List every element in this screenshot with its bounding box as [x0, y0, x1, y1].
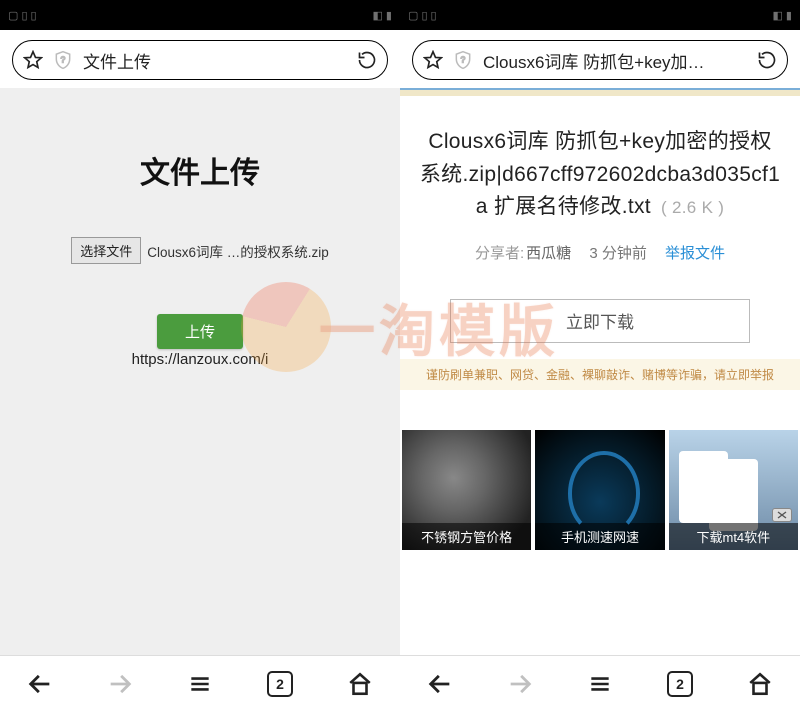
file-chooser-row: 选择文件 Clousx6词库 …的授权系统.zip — [71, 237, 329, 264]
address-bar[interactable]: ? 文件上传 — [12, 40, 388, 80]
top-stripe — [400, 88, 800, 96]
upload-page: 文件上传 选择文件 Clousx6词库 …的授权系统.zip 上传 https:… — [0, 88, 400, 655]
result-url: https://lanzoux.com/i — [0, 351, 400, 368]
choose-file-button[interactable]: 选择文件 — [71, 237, 141, 264]
svg-text:?: ? — [461, 55, 466, 65]
time-ago: 3 分钟前 — [589, 245, 647, 262]
nav-back-icon[interactable] — [420, 664, 460, 704]
address-bar[interactable]: ? Clousx6词库 防抓包+key加… — [412, 40, 788, 80]
file-title-text: Clousx6词库 防抓包+key加密的授权系统.zip|d667cff9726… — [420, 130, 780, 218]
tab-count: 2 — [676, 676, 684, 692]
address-bar-wrap: ? 文件上传 — [0, 30, 400, 88]
ad-row: 不锈钢方管价格 手机测速网速 下载mt4软件 — [400, 430, 800, 550]
chosen-file-name: Clousx6词库 …的授权系统.zip — [147, 241, 329, 261]
tab-count: 2 — [276, 676, 284, 692]
nav-menu-icon[interactable] — [580, 664, 620, 704]
bottom-nav: 2 — [0, 655, 400, 711]
file-title: Clousx6词库 防抓包+key加密的授权系统.zip|d667cff9726… — [418, 126, 782, 224]
ad-card[interactable]: 手机测速网速 — [535, 430, 664, 550]
file-size: ( 2.6 K ) — [661, 198, 724, 217]
nav-menu-icon[interactable] — [180, 664, 220, 704]
status-bar: ▢ ▯ ▯ ◧ ▮ — [0, 0, 400, 30]
status-bar: ▢ ▯ ▯ ◧ ▮ — [400, 0, 800, 30]
share-label: 分享者: — [475, 245, 524, 262]
nav-home-icon[interactable] — [340, 664, 380, 704]
file-meta: 分享者:西瓜糖 3 分钟前 举报文件 — [418, 242, 782, 263]
ad-caption: 手机测速网速 — [535, 523, 664, 550]
site-security-icon[interactable]: ? — [453, 50, 473, 70]
bookmark-star-icon[interactable] — [423, 50, 443, 70]
nav-tabs-button[interactable]: 2 — [660, 664, 700, 704]
report-link[interactable]: 举报文件 — [665, 245, 725, 262]
phone-left: ▢ ▯ ▯ ◧ ▮ ? 文件上传 文件上传 选择文件 Cl — [0, 0, 400, 711]
phone-right: ▢ ▯ ▯ ◧ ▮ ? Clousx6词库 防抓包+key加… — [400, 0, 800, 711]
nav-back-icon[interactable] — [20, 664, 60, 704]
fraud-warning: 谨防刷单兼职、网贷、金融、裸聊敲诈、赌博等诈骗，请立即举报 — [400, 359, 800, 390]
address-bar-wrap: ? Clousx6词库 防抓包+key加… — [400, 30, 800, 88]
nav-forward-icon[interactable] — [500, 664, 540, 704]
upload-button[interactable]: 上传 — [157, 314, 243, 349]
page-heading: 文件上传 — [0, 148, 400, 192]
site-security-icon[interactable]: ? — [53, 50, 73, 70]
nav-tabs-button[interactable]: 2 — [260, 664, 300, 704]
ad-close-icon[interactable] — [772, 508, 792, 522]
svg-text:?: ? — [61, 55, 66, 65]
address-title: Clousx6词库 防抓包+key加… — [483, 48, 747, 73]
ad-caption: 不锈钢方管价格 — [402, 523, 531, 550]
download-button[interactable]: 立即下载 — [450, 299, 750, 343]
ad-card[interactable]: 不锈钢方管价格 — [402, 430, 531, 550]
reload-icon[interactable] — [757, 50, 777, 70]
ad-card[interactable]: 下载mt4软件 — [669, 430, 798, 550]
nav-home-icon[interactable] — [740, 664, 780, 704]
bookmark-star-icon[interactable] — [23, 50, 43, 70]
ad-caption: 下载mt4软件 — [669, 523, 798, 550]
nav-forward-icon[interactable] — [100, 664, 140, 704]
address-title: 文件上传 — [83, 48, 347, 73]
reload-icon[interactable] — [357, 50, 377, 70]
share-name: 西瓜糖 — [526, 245, 571, 262]
download-page: Clousx6词库 防抓包+key加密的授权系统.zip|d667cff9726… — [400, 88, 800, 655]
bottom-nav: 2 — [400, 655, 800, 711]
